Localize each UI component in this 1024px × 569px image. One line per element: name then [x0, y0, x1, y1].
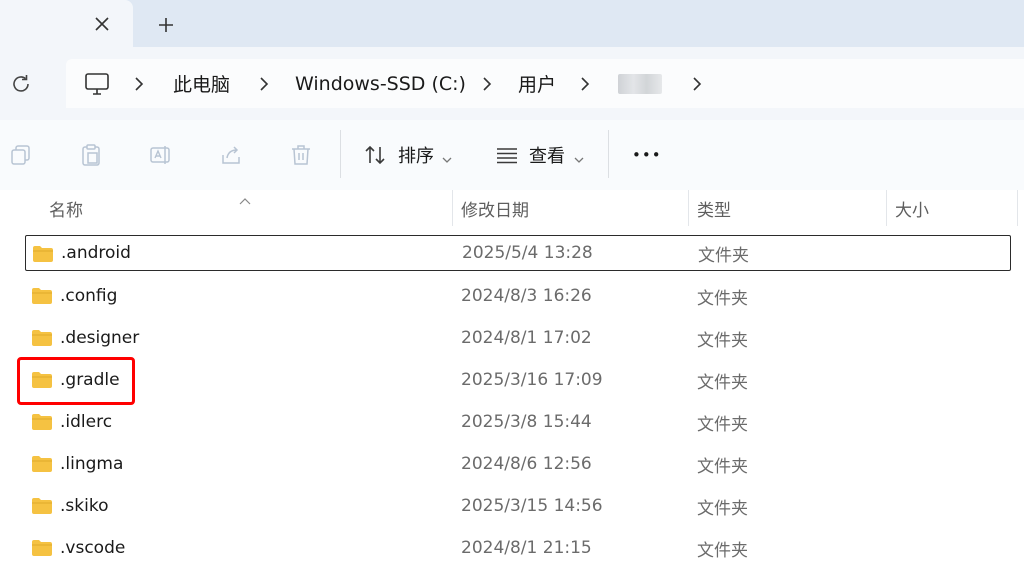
- column-name[interactable]: 名称: [49, 190, 83, 226]
- folder-icon: [32, 540, 52, 556]
- address-row: 此电脑 Windows-SSD (C:) 用户: [0, 47, 1024, 120]
- column-date[interactable]: 修改日期: [461, 190, 529, 226]
- sort-ascending-icon: [239, 190, 251, 209]
- file-date: 2024/8/3 16:26: [461, 286, 592, 306]
- file-name: .vscode: [60, 538, 126, 558]
- column-divider[interactable]: [1017, 190, 1018, 226]
- active-tab[interactable]: [0, 0, 133, 47]
- chevron-right-icon[interactable]: [134, 59, 144, 108]
- file-type: 文件夹: [697, 288, 748, 309]
- address-bar[interactable]: 此电脑 Windows-SSD (C:) 用户: [66, 59, 1024, 108]
- file-type: 文件夹: [697, 540, 748, 561]
- refresh-icon: [13, 75, 29, 92]
- file-date: 2024/8/1 17:02: [461, 328, 592, 348]
- chevron-down-icon[interactable]: [574, 149, 584, 168]
- chevron-down-icon[interactable]: [442, 149, 452, 168]
- sort-button-label[interactable]: 排序: [398, 140, 434, 170]
- folder-icon: [33, 246, 53, 262]
- tab-strip: [0, 0, 1024, 47]
- file-row[interactable]: .vscode 2024/8/1 21:15 文件夹: [25, 529, 1011, 567]
- command-bar: 排序 查看 •••: [0, 120, 1024, 191]
- chevron-right-icon[interactable]: [482, 59, 492, 108]
- column-divider[interactable]: [452, 190, 453, 226]
- file-date: 2025/3/8 15:44: [461, 412, 592, 432]
- toolbar-divider: [608, 130, 609, 178]
- file-date: 2025/3/15 14:56: [461, 496, 603, 516]
- breadcrumb-this-pc[interactable]: 此电脑: [173, 59, 230, 108]
- refresh-button[interactable]: [8, 71, 34, 97]
- computer-icon[interactable]: [84, 71, 110, 97]
- folder-icon: [32, 498, 52, 514]
- column-header-row: 名称 修改日期 类型 大小: [0, 190, 1024, 228]
- file-name: .idlerc: [60, 412, 113, 432]
- file-name: .designer: [60, 328, 140, 348]
- file-date: 2024/8/1 21:15: [461, 538, 592, 558]
- file-row[interactable]: .lingma 2024/8/6 12:56 文件夹: [25, 445, 1011, 483]
- file-type: 文件夹: [697, 330, 748, 351]
- folder-icon: [32, 456, 52, 472]
- file-name: .skiko: [60, 496, 109, 516]
- file-row[interactable]: .idlerc 2025/3/8 15:44 文件夹: [25, 403, 1011, 441]
- folder-icon: [32, 288, 52, 304]
- file-name: .android: [61, 243, 131, 263]
- close-icon[interactable]: [90, 12, 114, 36]
- view-button-label[interactable]: 查看: [529, 140, 565, 170]
- column-type[interactable]: 类型: [697, 190, 731, 226]
- chevron-right-icon[interactable]: [580, 59, 590, 108]
- file-name: .config: [60, 286, 118, 306]
- file-date: 2025/3/16 17:09: [461, 370, 603, 390]
- paste-icon[interactable]: [78, 142, 104, 168]
- copy-icon[interactable]: [8, 142, 34, 168]
- file-date: 2025/5/4 13:28: [462, 243, 593, 263]
- file-row[interactable]: .skiko 2025/3/15 14:56 文件夹: [25, 487, 1011, 525]
- file-row[interactable]: .designer 2024/8/1 17:02 文件夹: [25, 319, 1011, 357]
- column-divider[interactable]: [886, 190, 887, 226]
- toolbar-divider: [340, 130, 341, 178]
- delete-icon[interactable]: [288, 142, 314, 168]
- more-options-button[interactable]: •••: [632, 140, 662, 170]
- highlight-annotation: [17, 357, 135, 405]
- column-size[interactable]: 大小: [895, 190, 929, 226]
- file-type: 文件夹: [697, 414, 748, 435]
- file-row[interactable]: .gradle 2025/3/16 17:09 文件夹: [25, 361, 1011, 399]
- breadcrumb-username-redacted[interactable]: [618, 74, 662, 94]
- folder-icon: [32, 330, 52, 346]
- breadcrumb-drive[interactable]: Windows-SSD (C:): [295, 59, 466, 108]
- file-type: 文件夹: [698, 245, 749, 266]
- file-row[interactable]: .config 2024/8/3 16:26 文件夹: [25, 277, 1011, 315]
- new-tab-button[interactable]: [153, 12, 179, 38]
- folder-icon: [32, 414, 52, 430]
- file-row[interactable]: .android 2025/5/4 13:28 文件夹: [25, 235, 1011, 271]
- file-type: 文件夹: [697, 456, 748, 477]
- column-divider[interactable]: [688, 190, 689, 226]
- share-icon[interactable]: [218, 142, 244, 168]
- breadcrumb-users[interactable]: 用户: [518, 59, 556, 108]
- sort-icon[interactable]: [362, 142, 388, 168]
- view-icon[interactable]: [494, 142, 520, 168]
- file-type: 文件夹: [697, 498, 748, 519]
- rename-icon[interactable]: [148, 142, 174, 168]
- chevron-right-icon[interactable]: [692, 59, 702, 108]
- plus-icon: [159, 18, 173, 32]
- file-type: 文件夹: [697, 372, 748, 393]
- chevron-right-icon[interactable]: [259, 59, 269, 108]
- file-name: .lingma: [60, 454, 124, 474]
- file-date: 2024/8/6 12:56: [461, 454, 592, 474]
